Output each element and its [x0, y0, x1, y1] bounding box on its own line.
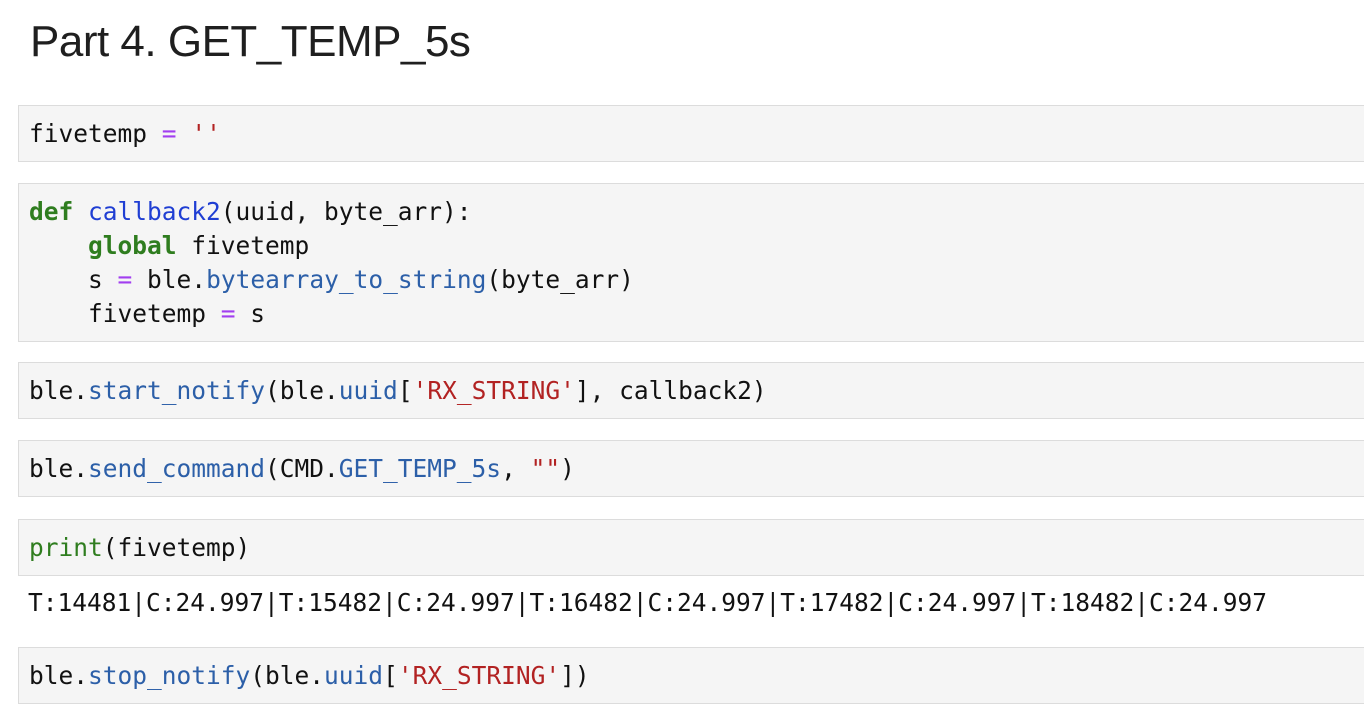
code-cell-3[interactable]: ble.start_notify(ble.uuid['RX_STRING'], …	[18, 362, 1364, 419]
code-args: (byte_arr)	[486, 265, 634, 294]
code-keyword: def	[29, 197, 74, 226]
code-line: print(fivetemp)	[29, 531, 250, 565]
code-line: global fivetemp	[29, 229, 309, 263]
code-text: ble.	[29, 454, 89, 483]
code-text: ble.	[29, 661, 89, 690]
code-keyword: global	[88, 231, 177, 260]
code-cell-1[interactable]: fivetemp = ''	[18, 105, 1364, 162]
code-line: ble.start_notify(ble.uuid['RX_STRING'], …	[29, 374, 767, 408]
code-text: )	[560, 454, 575, 483]
code-cell-6[interactable]: ble.stop_notify(ble.uuid['RX_STRING'])	[18, 647, 1364, 704]
code-text: ])	[560, 661, 590, 690]
code-text: fivetemp	[88, 299, 221, 328]
code-method: start_notify	[88, 376, 266, 405]
code-string: ''	[191, 119, 221, 148]
code-function-name: callback2	[88, 197, 221, 226]
code-text: [	[397, 376, 413, 405]
code-attribute: uuid	[324, 661, 384, 690]
code-method: stop_notify	[88, 661, 251, 690]
code-attribute: uuid	[338, 376, 398, 405]
code-line: s = ble.bytearray_to_string(byte_arr)	[29, 263, 634, 297]
code-text: (CMD.	[265, 454, 339, 483]
code-string: 'RX_STRING'	[397, 661, 561, 690]
code-method: bytearray_to_string	[206, 265, 487, 294]
code-text: ble.	[29, 376, 89, 405]
code-text: s	[88, 265, 118, 294]
code-string: 'RX_STRING'	[412, 376, 575, 405]
code-text: s	[235, 299, 266, 328]
code-cell-2[interactable]: def callback2(uuid, byte_arr): global fi…	[18, 183, 1364, 342]
code-line: fivetemp = ''	[29, 117, 221, 151]
code-method: send_command	[88, 454, 266, 483]
code-operator: =	[117, 265, 133, 294]
code-text: ,	[501, 454, 531, 483]
code-text: ble.	[132, 265, 207, 294]
code-text: [	[383, 661, 398, 690]
code-args: (uuid, byte_arr):	[220, 197, 472, 226]
code-var: fivetemp	[29, 119, 148, 148]
code-attribute: GET_TEMP_5s	[338, 454, 502, 483]
code-builtin: print	[29, 533, 103, 562]
code-text: (ble.	[250, 661, 325, 690]
code-args: (fivetemp)	[102, 533, 251, 562]
cell-output: T:14481|C:24.997|T:15482|C:24.997|T:1648…	[28, 588, 1268, 617]
code-cell-5[interactable]: print(fivetemp)	[18, 519, 1364, 576]
code-line: ble.send_command(CMD.GET_TEMP_5s, "")	[29, 452, 575, 486]
code-line: ble.stop_notify(ble.uuid['RX_STRING'])	[29, 659, 590, 693]
code-line: def callback2(uuid, byte_arr):	[29, 195, 472, 229]
code-text: ], callback2)	[574, 376, 767, 405]
code-cell-4[interactable]: ble.send_command(CMD.GET_TEMP_5s, "")	[18, 440, 1364, 497]
code-operator: =	[161, 119, 177, 148]
notebook-heading: Part 4. GET_TEMP_5s	[30, 17, 471, 66]
code-operator: =	[220, 299, 236, 328]
code-text: fivetemp	[176, 231, 310, 260]
code-line: fivetemp = s	[29, 297, 265, 331]
code-string: ""	[530, 454, 561, 483]
code-text: (ble.	[265, 376, 339, 405]
